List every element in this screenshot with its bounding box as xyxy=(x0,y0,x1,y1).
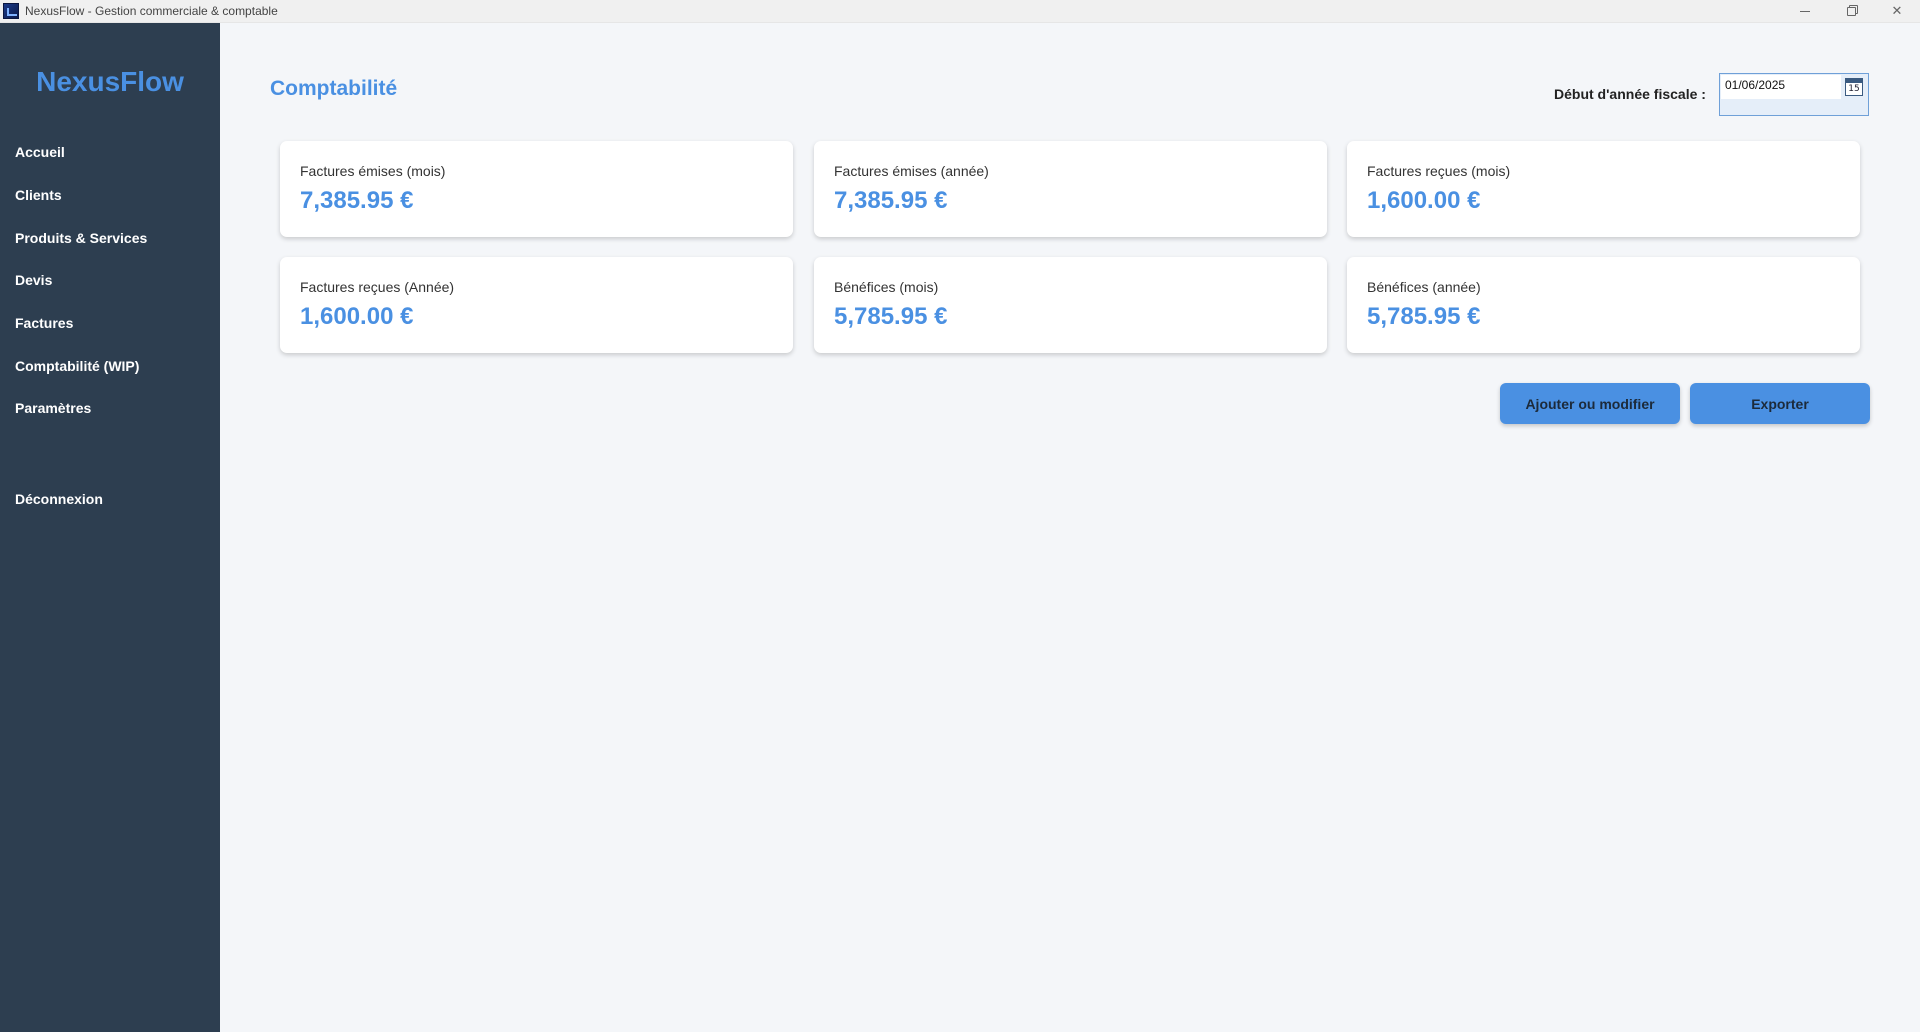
card-label: Factures reçues (Année) xyxy=(300,279,455,295)
window-title: NexusFlow - Gestion commerciale & compta… xyxy=(25,4,278,18)
sidebar-item-comptabilite[interactable]: Comptabilité (WIP) xyxy=(15,358,139,374)
card-value: 7,385.95 € xyxy=(834,187,948,214)
close-icon: ✕ xyxy=(1891,3,1903,19)
main-content: Comptabilité Début d'année fiscale : 01/… xyxy=(220,23,1920,1032)
card-profit-year: Bénéfices (année) 5,785.95 € xyxy=(1347,257,1860,353)
card-profit-month: Bénéfices (mois) 5,785.95 € xyxy=(814,257,1327,353)
card-invoices-received-year: Factures reçues (Année) 1,600.00 € xyxy=(280,257,793,353)
window-titlebar: NexusFlow - Gestion commerciale & compta… xyxy=(0,0,1920,23)
card-invoices-issued-year: Factures émises (année) 7,385.95 € xyxy=(814,141,1327,237)
calendar-icon[interactable]: 15 xyxy=(1845,78,1863,96)
logout-button[interactable]: Déconnexion xyxy=(15,491,103,507)
card-label: Bénéfices (année) xyxy=(1367,279,1481,295)
sidebar-item-devis[interactable]: Devis xyxy=(15,272,52,288)
card-label: Factures émises (année) xyxy=(834,163,989,179)
minimize-button[interactable] xyxy=(1782,0,1828,23)
sidebar-item-produits-services[interactable]: Produits & Services xyxy=(15,230,147,246)
card-label: Bénéfices (mois) xyxy=(834,279,939,295)
window-controls: ✕ xyxy=(1782,0,1920,23)
app-logo-icon xyxy=(3,3,19,19)
card-label: Factures reçues (mois) xyxy=(1367,163,1511,179)
card-invoices-issued-month: Factures émises (mois) 7,385.95 € xyxy=(280,141,793,237)
sidebar: NexusFlow Accueil Clients Produits & Ser… xyxy=(0,23,220,1032)
restore-icon xyxy=(1846,6,1856,16)
sidebar-item-factures[interactable]: Factures xyxy=(15,315,73,331)
minimize-icon xyxy=(1800,10,1810,12)
card-value: 7,385.95 € xyxy=(300,187,414,214)
card-invoices-received-month: Factures reçues (mois) 1,600.00 € xyxy=(1347,141,1860,237)
card-label: Factures émises (mois) xyxy=(300,163,446,179)
close-button[interactable]: ✕ xyxy=(1874,0,1920,23)
brand-title: NexusFlow xyxy=(36,66,184,97)
fiscal-year-label: Début d'année fiscale : xyxy=(1554,86,1706,102)
sidebar-item-parametres[interactable]: Paramètres xyxy=(15,400,91,416)
fiscal-date-picker[interactable]: 01/06/2025 15 xyxy=(1719,73,1869,116)
card-value: 5,785.95 € xyxy=(1367,303,1481,330)
fiscal-date-input[interactable]: 01/06/2025 xyxy=(1721,75,1841,99)
export-button[interactable]: Exporter xyxy=(1690,383,1870,424)
add-modify-button[interactable]: Ajouter ou modifier xyxy=(1500,383,1680,424)
sidebar-item-clients[interactable]: Clients xyxy=(15,187,62,203)
card-value: 5,785.95 € xyxy=(834,303,948,330)
restore-button[interactable] xyxy=(1828,0,1874,23)
card-value: 1,600.00 € xyxy=(1367,187,1481,214)
sidebar-item-accueil[interactable]: Accueil xyxy=(15,144,65,160)
card-value: 1,600.00 € xyxy=(300,303,414,330)
page-title: Comptabilité xyxy=(270,77,398,100)
